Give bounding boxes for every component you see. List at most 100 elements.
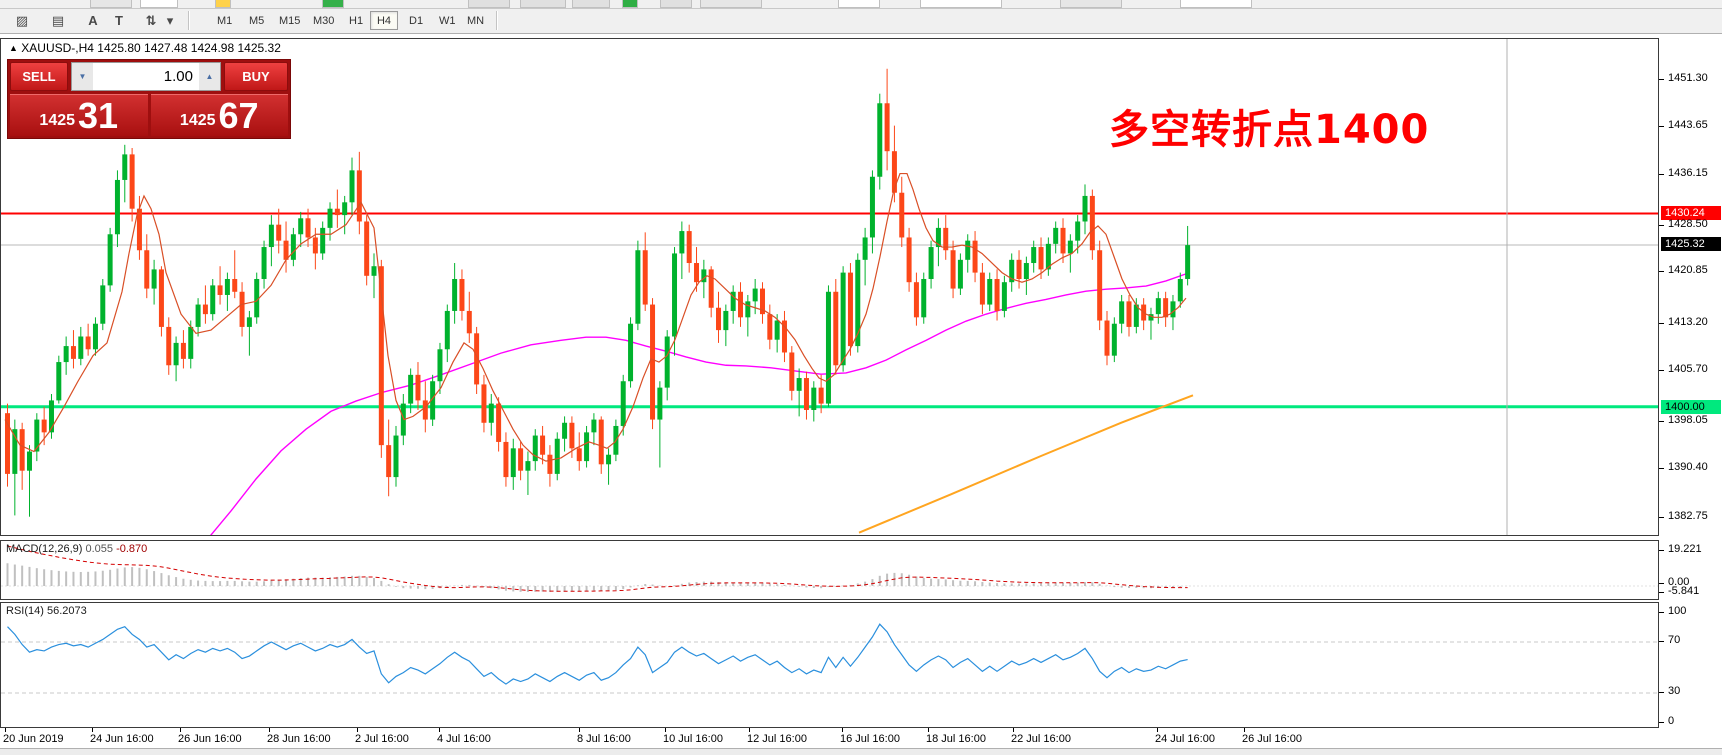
- candle-body: [93, 324, 98, 350]
- candle-body: [1119, 301, 1124, 323]
- indicator-axis-tick: [1659, 641, 1664, 642]
- candle-body: [159, 269, 164, 327]
- indicator-axis-label: 30: [1668, 685, 1680, 697]
- macd-chart[interactable]: [1, 541, 1658, 599]
- candle-body: [298, 218, 303, 234]
- text-label-tool-icon[interactable]: A: [84, 10, 102, 31]
- indicator-axis-label: 19.221: [1668, 543, 1702, 555]
- macd-label: MACD(12,26,9) 0.055 -0.870: [6, 543, 147, 555]
- candle-body: [174, 343, 179, 365]
- candle-body: [584, 432, 589, 461]
- sell-button[interactable]: SELL: [10, 62, 68, 91]
- volume-value[interactable]: 1.00: [93, 63, 199, 90]
- candle-body: [907, 237, 912, 282]
- price-axis-tick: [1659, 79, 1664, 80]
- fibonacci-tool-icon[interactable]: ▤: [46, 10, 70, 31]
- candle-body: [503, 442, 508, 477]
- candle-body: [1017, 260, 1022, 279]
- price-axis-label: 1413.20: [1668, 316, 1708, 328]
- toolbar-separator: [188, 11, 189, 30]
- candle-body: [841, 273, 846, 366]
- timeframe-button-W1[interactable]: W1: [434, 11, 461, 30]
- indicator-axis-label: 100: [1668, 605, 1686, 617]
- price-axis-label: 1420.85: [1668, 264, 1708, 276]
- candle-body: [181, 343, 186, 359]
- time-axis-tick: [1013, 728, 1014, 732]
- time-axis-label: 12 Jul 16:00: [747, 733, 807, 745]
- time-axis-label: 18 Jul 16:00: [926, 733, 986, 745]
- arrows-dropdown-caret[interactable]: ▾: [164, 10, 176, 31]
- rsi-chart[interactable]: [1, 603, 1658, 727]
- candle-body: [1156, 298, 1161, 314]
- candle-body: [115, 180, 120, 234]
- candle-body: [929, 247, 934, 279]
- time-axis-tick: [5, 728, 6, 732]
- candle-body: [547, 455, 552, 474]
- candle-body: [481, 384, 486, 422]
- toolbar-partial-icon: [1180, 0, 1252, 8]
- ohlc-close: 1425.32: [238, 41, 281, 55]
- time-axis-label: 22 Jul 16:00: [1011, 733, 1071, 745]
- timeframe-button-H1[interactable]: H1: [344, 11, 368, 30]
- timeframe-button-M30[interactable]: M30: [308, 11, 339, 30]
- price-axis-tick: [1659, 517, 1664, 518]
- price-axis-tick: [1659, 323, 1664, 324]
- buy-button[interactable]: BUY: [224, 62, 288, 91]
- timeframe-button-H4[interactable]: H4: [370, 11, 398, 30]
- time-axis-label: 26 Jun 16:00: [178, 733, 242, 745]
- channel-tool-icon[interactable]: ▨: [10, 10, 34, 31]
- toolbar-main-row: ▨ ▤ AT ⇅▾ M1 M5 M15M30 H1H4 D1 W1MN: [0, 9, 1722, 33]
- candle-body: [1090, 196, 1095, 250]
- toolbar-partial-icon: [1060, 0, 1122, 8]
- candle-body: [350, 170, 355, 202]
- candle-body: [995, 279, 1000, 311]
- candle-body: [687, 231, 692, 263]
- candle-body: [621, 381, 626, 426]
- time-axis-tick: [928, 728, 929, 732]
- candle-body: [357, 170, 362, 221]
- timeframe-button-M15[interactable]: M15: [274, 11, 305, 30]
- toolbar-partial-icon: [660, 0, 692, 8]
- candle-body: [525, 461, 530, 471]
- candle-body: [144, 250, 149, 288]
- candle-body: [958, 260, 963, 289]
- timeframe-button-M5[interactable]: M5: [244, 11, 269, 30]
- slow-ma-line: [206, 274, 1186, 535]
- window-bottom-edge: [0, 748, 1722, 755]
- candle-body: [1097, 250, 1102, 320]
- time-axis-tick: [269, 728, 270, 732]
- volume-increase-button[interactable]: ▲: [199, 63, 220, 90]
- time-axis-tick: [749, 728, 750, 732]
- indicator-axis-tick: [1659, 612, 1664, 613]
- candle-body: [452, 279, 457, 311]
- candle-body: [42, 420, 47, 433]
- text-tool-icon[interactable]: T: [110, 10, 128, 31]
- candle-body: [569, 423, 574, 449]
- toolbar-separator: [496, 11, 497, 30]
- rsi-line: [8, 624, 1188, 684]
- volume-decrease-button[interactable]: ▼: [72, 63, 93, 90]
- candle-body: [489, 404, 494, 423]
- candle-body: [775, 321, 780, 340]
- time-axis-label: 28 Jun 16:00: [267, 733, 331, 745]
- candle-body: [34, 420, 39, 452]
- candle-body: [196, 305, 201, 327]
- timeframe-button-D1[interactable]: D1: [404, 11, 428, 30]
- candle-body: [232, 279, 237, 292]
- buy-price-display[interactable]: 1425 67: [151, 94, 289, 136]
- toolbar-partial-icon: [622, 0, 638, 8]
- time-axis[interactable]: [0, 728, 1659, 748]
- sell-price-display[interactable]: 1425 31: [10, 94, 148, 136]
- time-axis-tick: [92, 728, 93, 732]
- price-axis-label: 1398.05: [1668, 414, 1708, 426]
- arrows-tool-icon[interactable]: ⇅: [140, 10, 162, 31]
- candle-body: [870, 177, 875, 238]
- timeframe-button-M1[interactable]: M1: [212, 11, 237, 30]
- price-axis-label: 1390.40: [1668, 461, 1708, 473]
- candle-body: [262, 247, 267, 279]
- candle-body: [789, 352, 794, 390]
- toolbar: ▨ ▤ AT ⇅▾ M1 M5 M15M30 H1H4 D1 W1MN: [0, 0, 1722, 34]
- timeframe-button-MN[interactable]: MN: [462, 11, 489, 30]
- candle-body: [914, 282, 919, 317]
- price-axis-tick: [1659, 370, 1664, 371]
